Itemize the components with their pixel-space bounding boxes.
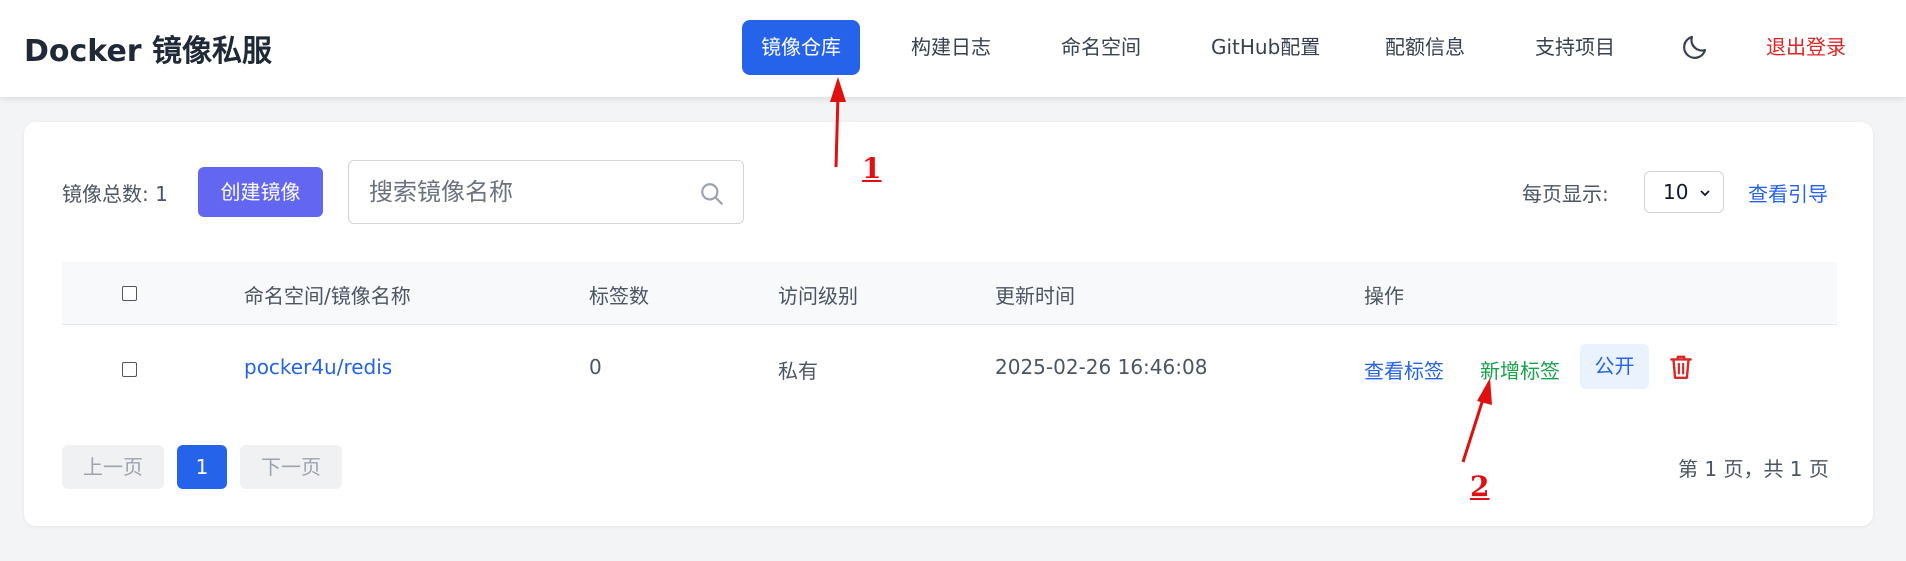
current-page-button[interactable]: 1 xyxy=(177,445,227,489)
column-header-name: 命名空间/镜像名称 xyxy=(244,284,411,308)
moon-icon[interactable] xyxy=(1680,32,1710,62)
column-header-tags: 标签数 xyxy=(589,284,649,308)
view-guide-link[interactable]: 查看引导 xyxy=(1748,178,1828,207)
image-total-count: 镜像总数: 1 xyxy=(62,182,168,206)
per-page-select[interactable]: 10 xyxy=(1644,171,1724,213)
brand-title: Docker 镜像私服 xyxy=(24,34,273,69)
nav-build-logs[interactable]: 构建日志 xyxy=(911,20,991,75)
annotation-number-1: 1 xyxy=(862,152,882,185)
table-row: pocker4u/redis 0 私有 2025-02-26 16:46:08 … xyxy=(62,325,1837,415)
search-icon[interactable] xyxy=(699,181,725,207)
nav-github-config[interactable]: GitHub配置 xyxy=(1211,20,1320,75)
create-image-button[interactable]: 创建镜像 xyxy=(198,167,323,217)
updated-time: 2025-02-26 16:46:08 xyxy=(995,355,1208,379)
nav-support-project[interactable]: 支持项目 xyxy=(1535,20,1615,75)
column-header-updated: 更新时间 xyxy=(995,284,1075,308)
column-header-access: 访问级别 xyxy=(778,284,858,308)
trash-icon[interactable] xyxy=(1668,353,1694,381)
image-name-link[interactable]: pocker4u/redis xyxy=(244,355,392,379)
access-level: 私有 xyxy=(778,359,818,383)
tag-count: 0 xyxy=(589,355,602,379)
select-all-checkbox[interactable] xyxy=(122,286,137,301)
top-navbar: Docker 镜像私服 镜像仓库 构建日志 命名空间 GitHub配置 配额信息… xyxy=(0,0,1906,97)
table-header: 命名空间/镜像名称 标签数 访问级别 更新时间 操作 xyxy=(62,262,1837,325)
prev-page-button[interactable]: 上一页 xyxy=(62,445,164,489)
per-page-value: 10 xyxy=(1663,180,1689,204)
page-info: 第 1 页，共 1 页 xyxy=(1678,457,1829,481)
make-public-button[interactable]: 公开 xyxy=(1580,344,1649,389)
search-input[interactable] xyxy=(369,175,689,209)
view-tags-button[interactable]: 查看标签 xyxy=(1364,355,1444,384)
add-tag-button[interactable]: 新增标签 xyxy=(1480,355,1560,384)
chevron-down-icon xyxy=(1700,190,1710,197)
annotation-number-2: 2 xyxy=(1470,470,1490,503)
search-box xyxy=(348,160,744,224)
logout-button[interactable]: 退出登录 xyxy=(1766,20,1846,75)
per-page-label: 每页显示: xyxy=(1522,182,1609,206)
nav-image-repository[interactable]: 镜像仓库 xyxy=(742,20,860,75)
nav-quota-info[interactable]: 配额信息 xyxy=(1385,20,1465,75)
column-header-actions: 操作 xyxy=(1364,284,1404,308)
next-page-button[interactable]: 下一页 xyxy=(240,445,342,489)
nav-namespaces[interactable]: 命名空间 xyxy=(1061,20,1141,75)
row-checkbox[interactable] xyxy=(122,362,137,377)
repository-card: 镜像总数: 1 创建镜像 每页显示: 10 查看引导 命名空间/镜像名称 标签数… xyxy=(24,122,1873,526)
